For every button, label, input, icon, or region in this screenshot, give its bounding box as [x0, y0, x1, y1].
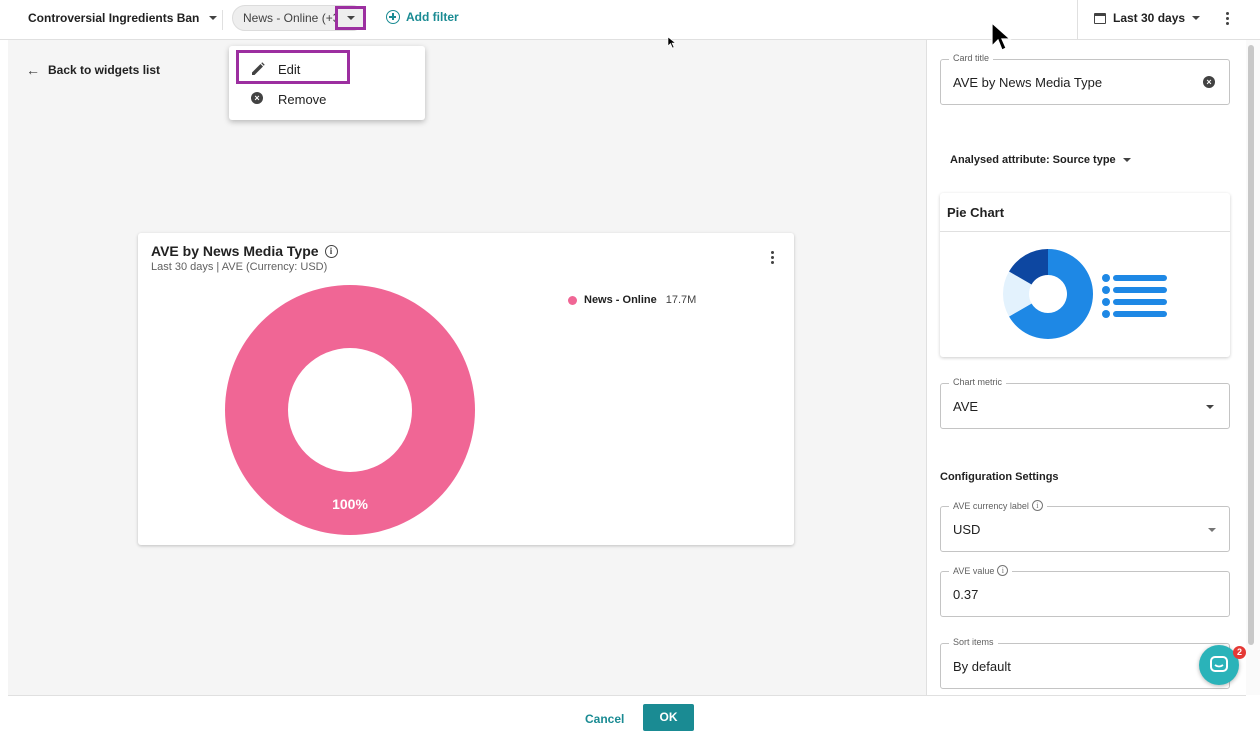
chart-metric-value: AVE: [953, 399, 979, 414]
legend-series-name: News - Online: [584, 294, 657, 306]
chart-type-label: Pie Chart: [947, 205, 1005, 220]
config-settings-heading: Configuration Settings: [940, 471, 1059, 483]
analysed-attribute-label: Analysed attribute: Source type: [950, 154, 1116, 166]
project-selector[interactable]: Controversial Ingredients Ban: [28, 11, 218, 25]
ave-value-field-label: AVE value i: [949, 565, 1013, 576]
card-title-field-value: AVE by News Media Type: [953, 75, 1103, 90]
chart-metric-label: Chart metric: [949, 377, 1007, 387]
donut-hole: [288, 348, 412, 472]
analysed-attribute-selector[interactable]: Analysed attribute: Source type: [950, 154, 1131, 166]
arrow-left-icon: ←: [26, 62, 40, 78]
date-range-label: Last 30 days: [1113, 11, 1186, 25]
clear-icon[interactable]: ×: [1203, 76, 1215, 88]
menu-item-remove[interactable]: × Remove: [229, 84, 425, 114]
card-title-field-label: Card title: [949, 53, 994, 63]
chart-metric-select[interactable]: Chart metric AVE: [940, 377, 1230, 429]
ave-value-value: 0.37: [953, 587, 979, 602]
caret-down-icon: [1206, 405, 1214, 409]
date-range-selector[interactable]: Last 30 days: [1094, 11, 1201, 25]
mouse-cursor-icon: [667, 36, 677, 49]
caret-down-icon: [1208, 528, 1216, 532]
chart-type-option-pie[interactable]: Pie Chart: [940, 193, 1230, 357]
card-title-field[interactable]: Card title AVE by News Media Type ×: [940, 53, 1230, 105]
ave-value-label-text: AVE value: [953, 565, 995, 576]
legend-swatch: [568, 295, 577, 305]
project-name: Controversial Ingredients Ban: [28, 11, 200, 25]
add-filter-label: Add filter: [406, 10, 459, 24]
plus-circle-icon: [386, 10, 400, 24]
info-icon[interactable]: i: [997, 565, 1009, 576]
ave-value-field[interactable]: AVE value i 0.37: [940, 565, 1230, 617]
cancel-button[interactable]: Cancel: [585, 712, 624, 726]
divider: [222, 10, 223, 30]
back-label: Back to widgets list: [48, 63, 161, 77]
slice-percent-label: 100%: [332, 496, 368, 512]
ave-currency-field-label: AVE currency label i: [949, 500, 1047, 511]
config-settings-label: Configuration Settings: [940, 471, 1059, 483]
back-to-widgets-link[interactable]: ← Back to widgets list: [26, 62, 160, 78]
pie-chart-thumbnail-icon: [1003, 249, 1167, 339]
sort-items-select[interactable]: Sort items By default: [940, 637, 1230, 689]
caret-down-icon: [346, 16, 355, 20]
calendar-icon: [1094, 12, 1106, 24]
donut-chart: 100%: [225, 285, 475, 535]
ave-currency-label-text: AVE currency label: [953, 500, 1029, 511]
mouse-cursor-icon: [991, 22, 1012, 51]
chart-card: AVE by News Media Type i Last 30 days | …: [138, 233, 794, 545]
edit-highlight-box: [236, 50, 350, 84]
legend-series-value: 17.7M: [665, 294, 697, 306]
filter-chip-dropdown-button[interactable]: [335, 6, 366, 30]
ave-currency-value: USD: [953, 522, 981, 537]
filter-chip-label: News - Online (+3: [243, 11, 340, 25]
remove-circle-icon: ×: [251, 92, 263, 104]
notification-badge: 2: [1233, 646, 1246, 659]
caret-down-icon: [1192, 16, 1201, 20]
menu-item-remove-label: Remove: [278, 91, 327, 107]
add-filter-button[interactable]: Add filter: [386, 10, 459, 24]
caret-down-icon: [209, 16, 218, 20]
sort-items-field-label: Sort items: [949, 637, 998, 647]
divider: [1077, 0, 1078, 40]
ok-button[interactable]: OK: [643, 704, 694, 731]
scrollbar-thumb[interactable]: [1248, 45, 1254, 645]
sort-items-value: By default: [953, 659, 1011, 674]
legend-item[interactable]: News - Online 17.7M: [568, 294, 696, 306]
more-options-icon[interactable]: [1225, 12, 1229, 25]
top-bar: Controversial Ingredients Ban News - Onl…: [0, 0, 1260, 40]
ave-currency-select[interactable]: AVE currency label i USD: [940, 500, 1230, 552]
caret-down-icon: [1122, 158, 1131, 162]
dialog-footer: [8, 695, 1246, 742]
info-icon[interactable]: i: [1031, 500, 1043, 511]
